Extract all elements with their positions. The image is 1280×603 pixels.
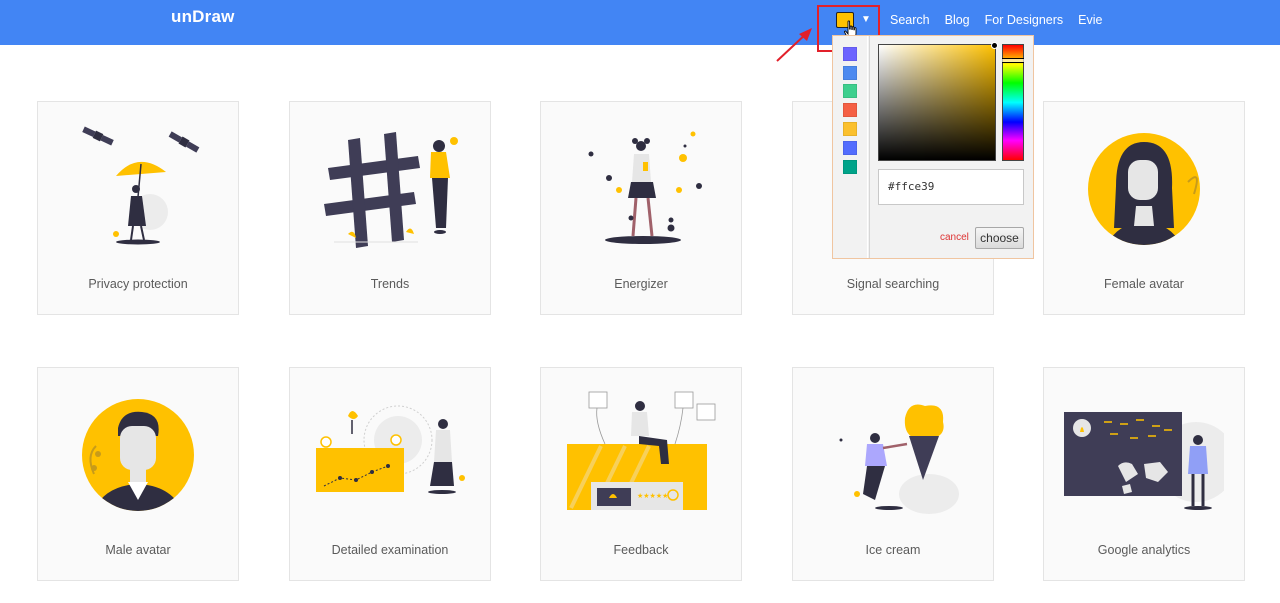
card-label: Ice cream [865,543,921,557]
card-label: Energizer [614,277,668,291]
illustration-card[interactable]: ★★★★★ Feedback [540,367,742,581]
illustration-woman-sitting-feedback: ★★★★★ [567,391,716,510]
illustration-man-ice-cream [839,404,959,514]
nav-link-blog[interactable]: Blog [945,13,970,27]
annotation-arrow-icon [776,28,812,62]
illustration-man-dashboard-map [1064,412,1224,510]
nav-link-search[interactable]: Search [890,13,930,27]
top-navbar: unDraw ▼ Search Blog For Designers Evie [0,0,1280,45]
card-label: Feedback [613,543,669,557]
color-swatch[interactable] [843,84,857,98]
color-swatch[interactable] [843,122,857,136]
color-swatch[interactable] [843,160,857,174]
color-swatch[interactable] [843,66,857,80]
illustration-female-avatar [1088,133,1200,245]
illustration-card[interactable]: Detailed examination [289,367,491,581]
illustration-card[interactable]: Energizer [540,101,742,315]
color-picker-popup: #ffce39 cancel choose [832,35,1034,259]
choose-button[interactable]: choose [975,227,1024,249]
illustration-card[interactable]: Male avatar [37,367,239,581]
saturation-value-area[interactable] [878,42,998,161]
color-swatch[interactable] [843,141,857,155]
illustration-card[interactable]: Privacy protection [37,101,239,315]
illustration-woman-drink-dots [588,131,702,244]
illustration-card[interactable]: Google analytics [1043,367,1245,581]
card-label: Trends [370,277,410,291]
card-label: Male avatar [105,543,171,557]
logo[interactable]: unDraw [171,7,235,27]
cancel-link[interactable]: cancel [940,232,969,243]
card-label: Google analytics [1097,543,1191,557]
illustration-woman-chart-magnify [316,405,465,494]
illustration-card[interactable]: Ice cream [792,367,994,581]
color-swatch[interactable] [843,103,857,117]
hue-handle[interactable] [1002,58,1024,63]
card-label: Signal searching [846,277,940,291]
hue-slider[interactable] [1002,44,1024,161]
card-label: Privacy protection [88,277,188,291]
illustration-card[interactable]: Trends [289,101,491,315]
nav-links: Search Blog For Designers Evie [890,13,1117,27]
hex-color-input[interactable]: #ffce39 [878,169,1024,205]
saturation-handle[interactable] [991,42,998,49]
nav-link-for-designers[interactable]: For Designers [985,13,1064,27]
illustration-card[interactable]: Female avatar [1043,101,1245,315]
illustration-woman-umbrella-satellites [82,126,200,245]
svg-text:★★★★★: ★★★★★ [637,492,668,500]
color-swatch[interactable] [843,47,857,61]
card-label: Detailed examination [331,543,449,557]
card-label: Female avatar [1104,277,1184,291]
nav-link-user[interactable]: Evie [1078,13,1102,27]
illustration-hashtag-woman [324,132,458,248]
illustration-male-avatar [82,399,194,511]
